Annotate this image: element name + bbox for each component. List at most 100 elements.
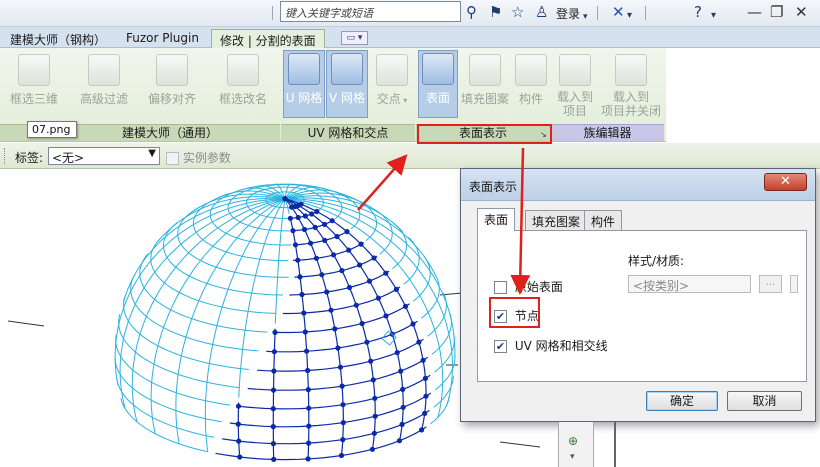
- grid-node: [282, 196, 288, 202]
- dialog-close-button[interactable]: ✕: [764, 173, 807, 191]
- grid-node: [337, 364, 343, 370]
- ok-button[interactable]: 确定: [646, 391, 718, 411]
- load-into-project-button[interactable]: 载入到 项目: [552, 52, 598, 118]
- grid-node: [416, 339, 422, 345]
- grid-node: [339, 383, 345, 389]
- grid-line: [123, 293, 249, 370]
- dialog-tab-surface[interactable]: 表面: [477, 208, 516, 231]
- grid-node: [357, 262, 363, 268]
- grid-node: [359, 320, 365, 327]
- instance-param-checkbox[interactable]: 实例参数: [166, 149, 231, 166]
- grid-node: [270, 387, 277, 393]
- zoom-icon[interactable]: ⊕: [568, 434, 578, 448]
- grid-node: [305, 387, 311, 393]
- load-into-project-close-button[interactable]: 载入到 项目并关闭: [598, 52, 664, 118]
- options-bar: 标签: <无> ▼ 实例参数: [0, 143, 820, 169]
- grid-node: [423, 393, 429, 399]
- grid-node: [301, 226, 308, 233]
- grid-node: [396, 438, 403, 444]
- grid-node: [304, 348, 310, 354]
- fill-pattern-button[interactable]: 填充图案: [459, 52, 511, 116]
- component-icon: [515, 54, 547, 86]
- search-input[interactable]: 键入关键字或短语: [280, 1, 461, 22]
- exchange-x-icon[interactable]: ✕: [612, 3, 625, 21]
- grid-node: [314, 208, 320, 215]
- grid-node: [313, 255, 319, 261]
- favorites-star-icon[interactable]: ☆: [511, 3, 524, 21]
- help-icon[interactable]: ?: [694, 3, 702, 21]
- chevron-down-icon[interactable]: ▾: [711, 7, 716, 25]
- reference-line: [7, 320, 45, 327]
- tab-fuzor-plugin[interactable]: Fuzor Plugin: [118, 29, 207, 48]
- ribbon-minimize-toggle[interactable]: ▭ ▾: [341, 31, 368, 45]
- tag-label: 标签:: [15, 151, 44, 165]
- panel-family-editor[interactable]: 族编辑器: [551, 124, 664, 141]
- advanced-filter-button[interactable]: 高级过滤: [74, 52, 134, 116]
- cancel-button[interactable]: 取消: [727, 391, 802, 411]
- minimize-button[interactable]: —: [747, 3, 762, 21]
- grid-line: [150, 198, 286, 434]
- dialog-tab-fill-pattern[interactable]: 填充图案: [525, 210, 588, 230]
- tag-select[interactable]: <无> ▼: [48, 147, 160, 165]
- highlight-box-nodes: [489, 297, 540, 328]
- grid-line: [229, 392, 432, 428]
- ribbon: 框选三维 高级过滤 偏移对齐 框选改名 U 网格 V 网格 交点 ▾ 表面 填充…: [0, 48, 666, 142]
- grid-node: [399, 421, 405, 427]
- intersects-button[interactable]: 交点 ▾: [372, 52, 412, 116]
- close-window-button[interactable]: ✕: [795, 3, 808, 21]
- uv-grid-checkbox[interactable]: ✔: [494, 340, 507, 353]
- grid-node: [235, 421, 241, 427]
- grid-line: [282, 286, 401, 315]
- original-surface-option[interactable]: 原始表面: [494, 278, 563, 295]
- box-select-3d-button[interactable]: 框选三维: [4, 52, 64, 116]
- grid-node: [305, 367, 311, 374]
- grid-node: [322, 237, 328, 243]
- uv-grid-dark: [215, 198, 432, 461]
- comm-center-icon[interactable]: ⚑: [489, 3, 502, 21]
- grid-node: [272, 329, 278, 335]
- grid-node: [298, 201, 304, 207]
- binoculars-icon[interactable]: ⚲: [466, 3, 477, 21]
- chevron-down-icon: ▼: [148, 148, 156, 159]
- restore-button[interactable]: ❐: [770, 3, 783, 21]
- tab-modify-divided-surface[interactable]: 修改 | 分割的表面: [211, 29, 325, 48]
- grid-node: [292, 242, 299, 248]
- chevron-down-icon[interactable]: ▾: [583, 8, 588, 26]
- dialog-title-bar[interactable]: 表面表示 ✕: [461, 169, 815, 201]
- dialog-tab-component[interactable]: 构件: [584, 210, 623, 230]
- grid-node: [340, 420, 346, 426]
- grid-node: [312, 224, 318, 230]
- surface-button[interactable]: 表面: [418, 50, 458, 118]
- image-tooltip: 07.png: [27, 121, 77, 138]
- grid-line: [192, 193, 289, 262]
- grid-node: [297, 274, 303, 280]
- grid-node: [422, 410, 428, 416]
- grid-node: [398, 368, 404, 374]
- checkbox[interactable]: [166, 152, 179, 165]
- style-extra-button: [790, 275, 798, 293]
- login-link[interactable]: 登录: [556, 5, 580, 22]
- grid-node: [322, 221, 328, 227]
- title-bar: 键入关键字或短语 ⚲ ⚑ ☆ ♙ 登录 ▾ ✕ ▾ ? ▾ — ❐ ✕: [0, 0, 820, 27]
- tab-jianmo-steel[interactable]: 建模大师（钢构）: [2, 29, 114, 48]
- grip-handle[interactable]: [4, 148, 7, 164]
- uv-grid-option[interactable]: ✔ UV 网格和相交线: [494, 337, 608, 354]
- surface-representation-dialog: 表面表示 ✕ 表面 填充图案 构件 原始表面 ✔ 节点 ✔ UV 网格和相交线 …: [460, 168, 816, 422]
- v-grid-button[interactable]: V 网格: [326, 50, 368, 118]
- user-icon[interactable]: ♙: [535, 3, 548, 21]
- original-surface-checkbox[interactable]: [494, 281, 507, 294]
- u-grid-button[interactable]: U 网格: [283, 50, 325, 118]
- separator: [272, 6, 273, 20]
- load-into-project-icon: [559, 54, 591, 86]
- offset-align-button[interactable]: 偏移对齐: [142, 52, 202, 116]
- grid-node: [334, 233, 340, 240]
- box-rename-button[interactable]: 框选改名: [212, 52, 274, 116]
- component-button[interactable]: 构件: [513, 52, 549, 116]
- chevron-down-icon[interactable]: ▾: [627, 7, 632, 25]
- panel-uv-grid[interactable]: UV 网格和交点: [281, 124, 415, 141]
- grid-line: [131, 198, 286, 423]
- grid-node: [302, 329, 308, 335]
- chevron-down-icon[interactable]: ▾: [570, 452, 575, 462]
- grid-line: [237, 402, 241, 458]
- grid-node: [335, 345, 341, 351]
